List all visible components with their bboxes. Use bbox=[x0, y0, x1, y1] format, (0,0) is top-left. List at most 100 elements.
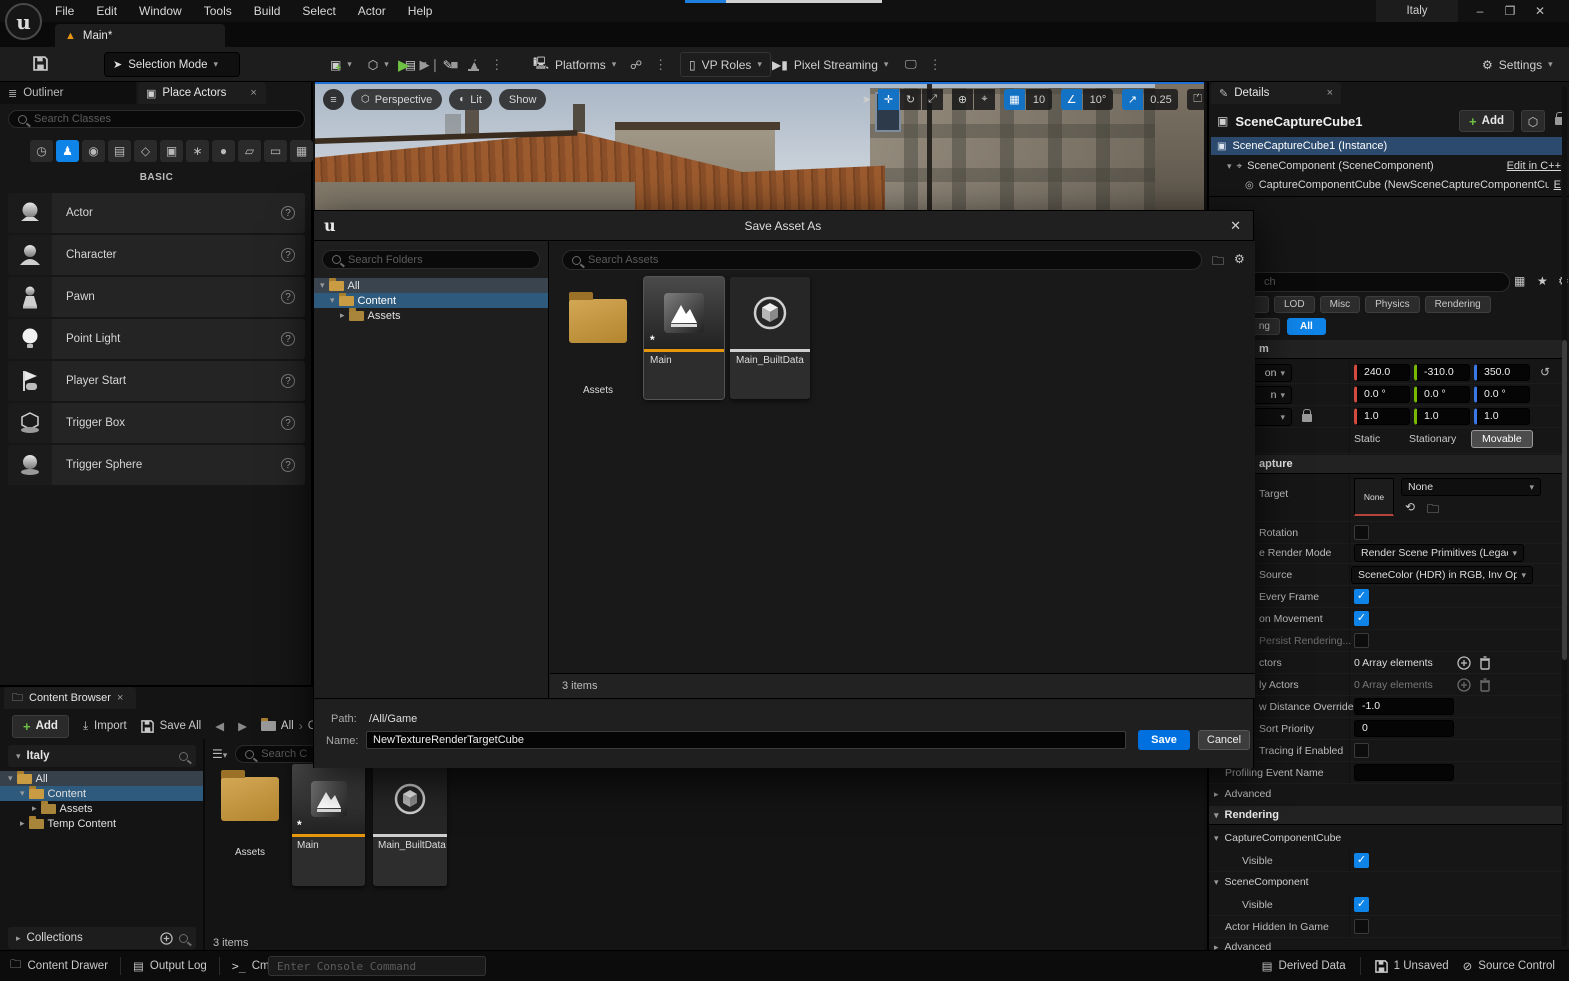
favorites-icon[interactable]: ★ bbox=[1537, 274, 1548, 288]
close-tab-icon[interactable]: × bbox=[250, 87, 256, 99]
menu-edit[interactable]: Edit bbox=[96, 4, 117, 18]
help-icon[interactable]: ? bbox=[281, 290, 295, 304]
back-button[interactable]: ◀ bbox=[215, 719, 224, 733]
menu-help[interactable]: Help bbox=[408, 4, 433, 18]
cb-tree-content[interactable]: ▾Content bbox=[0, 786, 203, 801]
place-item-point-light[interactable]: Point Light ? bbox=[8, 319, 305, 359]
content-drawer-button[interactable]: 🗀Content Drawer bbox=[10, 957, 108, 976]
cb-asset-main[interactable]: * Main bbox=[292, 764, 365, 886]
search-folders-input[interactable]: Search Folders bbox=[322, 250, 540, 269]
ue-logo[interactable]: u bbox=[5, 3, 42, 40]
filter-chip-rendering[interactable]: Rendering bbox=[1425, 296, 1491, 313]
category-shapes-icon[interactable]: ▱ bbox=[238, 140, 261, 162]
add-component-button[interactable]: +Add bbox=[1459, 110, 1514, 132]
dlg-folder-view-icon[interactable]: 🗀 bbox=[1212, 252, 1224, 273]
edit-in-cpp-link[interactable]: Edit in C++ bbox=[1507, 160, 1561, 172]
place-item-player-start[interactable]: Player Start ? bbox=[8, 361, 305, 401]
place-item-trigger-box[interactable]: Trigger Box ? bbox=[8, 403, 305, 443]
menu-window[interactable]: Window bbox=[139, 4, 182, 18]
details-tab[interactable]: ✎ Details × bbox=[1211, 82, 1341, 104]
on-movement-checkbox[interactable] bbox=[1354, 611, 1369, 626]
sort-priority-input[interactable]: 0 bbox=[1354, 720, 1454, 737]
component-row-root[interactable]: ▣ SceneCaptureCube1 (Instance) bbox=[1211, 137, 1567, 155]
level-viewport[interactable]: ≡ ⬡Perspective ◐Lit Show ➤ ✛ ↻ ⤢ ⊕ ⌖ ▦ 1… bbox=[315, 82, 1204, 210]
unsaved-button[interactable]: 1 Unsaved bbox=[1375, 960, 1449, 973]
location-z[interactable]: 350.0 bbox=[1474, 364, 1530, 381]
eject-button[interactable]: ▲ bbox=[468, 58, 480, 71]
cb-tree-all[interactable]: ▾All bbox=[0, 771, 203, 786]
scenecomponent-group[interactable]: ▾SceneComponent bbox=[1214, 872, 1309, 892]
dialog-close-icon[interactable]: ✕ bbox=[1230, 218, 1241, 234]
save-all-button[interactable]: Save All bbox=[141, 720, 202, 733]
capture-advanced-expander[interactable]: ▸Advanced bbox=[1214, 784, 1271, 804]
visible-checkbox-2[interactable] bbox=[1354, 897, 1369, 912]
scale-y[interactable]: 1.0 bbox=[1414, 408, 1470, 425]
cb-search-input[interactable]: Search C bbox=[235, 745, 321, 763]
dlg-asset-folder[interactable]: Assets bbox=[562, 281, 634, 401]
world-coords-icon[interactable]: ⊕ bbox=[952, 89, 973, 110]
dlg-tree-content[interactable]: ▾Content bbox=[314, 293, 548, 308]
minimize-button[interactable]: – bbox=[1465, 4, 1495, 18]
perspective-dropdown[interactable]: ⬡Perspective bbox=[351, 89, 442, 110]
help-icon[interactable]: ? bbox=[281, 458, 295, 472]
category-lights-icon[interactable]: ◉ bbox=[82, 140, 105, 162]
blueprint-convert-icon[interactable]: ⬡ bbox=[1521, 110, 1545, 132]
display-options-icon[interactable]: ▦ bbox=[1514, 274, 1525, 288]
edit-link-truncated[interactable]: E bbox=[1554, 179, 1561, 191]
every-frame-checkbox[interactable] bbox=[1354, 589, 1369, 604]
cb-tree-temp[interactable]: ▸Temp Content bbox=[0, 816, 116, 831]
rotation-snap-icon[interactable]: ∠ bbox=[1061, 89, 1082, 110]
close-tab-icon[interactable]: × bbox=[117, 692, 123, 704]
visible-checkbox-1[interactable] bbox=[1354, 853, 1369, 868]
platforms-dropdown[interactable]: 🖳Platforms▾ bbox=[533, 52, 616, 77]
scale-snap-icon[interactable]: ↗ bbox=[1122, 89, 1143, 110]
help-icon[interactable]: ? bbox=[281, 248, 295, 262]
transform-section-header[interactable]: m bbox=[1209, 340, 1565, 359]
location-x[interactable]: 240.0 bbox=[1354, 364, 1410, 381]
rotation-y[interactable]: 0.0 ° bbox=[1414, 386, 1470, 403]
cb-tree-assets[interactable]: ▸Assets bbox=[0, 801, 93, 816]
search-icon[interactable] bbox=[179, 752, 188, 761]
save-button[interactable]: Save bbox=[1138, 730, 1190, 750]
help-icon[interactable]: ? bbox=[281, 416, 295, 430]
scale-z[interactable]: 1.0 bbox=[1474, 408, 1530, 425]
menu-actor[interactable]: Actor bbox=[358, 4, 386, 18]
asset-name-input[interactable] bbox=[366, 731, 1126, 749]
category-basic-icon[interactable]: ♟ bbox=[56, 140, 79, 162]
cancel-button[interactable]: Cancel bbox=[1198, 730, 1250, 750]
help-icon[interactable]: ? bbox=[281, 332, 295, 346]
place-item-trigger-sphere[interactable]: Trigger Sphere ? bbox=[8, 445, 305, 485]
selection-mode-dropdown[interactable]: ➤ Selection Mode ▾ bbox=[104, 52, 240, 77]
capture-section-header[interactable]: apture bbox=[1209, 455, 1565, 474]
category-volumes-icon[interactable]: ◇ bbox=[134, 140, 157, 162]
rotation-snap-value[interactable]: 10° bbox=[1083, 89, 1113, 110]
scale-lock-icon[interactable] bbox=[1302, 414, 1312, 422]
max-view-distance-input[interactable]: -1.0 bbox=[1354, 698, 1454, 715]
dlg-asset-main[interactable]: * Main bbox=[644, 277, 724, 399]
trash-icon[interactable] bbox=[1479, 678, 1491, 692]
scale-tool-icon[interactable]: ⤢ bbox=[922, 89, 943, 110]
mobility-movable[interactable]: Movable bbox=[1471, 430, 1533, 448]
location-y[interactable]: -310.0 bbox=[1414, 364, 1470, 381]
output-log-button[interactable]: ▤Output Log bbox=[133, 959, 207, 973]
pixel-streaming-dropdown[interactable]: ▶▮Pixel Streaming▾ bbox=[772, 52, 888, 77]
persist-rendering-checkbox[interactable] bbox=[1354, 633, 1369, 648]
add-element-icon[interactable] bbox=[1457, 656, 1471, 670]
forward-button[interactable]: ▶ bbox=[238, 719, 247, 733]
filter-chip-all[interactable]: All bbox=[1287, 318, 1326, 335]
tab-outliner[interactable]: ≣ Outliner bbox=[0, 82, 136, 104]
source-header[interactable]: ▾Italy bbox=[8, 745, 196, 767]
collections-bar[interactable]: ▸Collections bbox=[8, 927, 196, 949]
content-browser-tab[interactable]: 🗀 Content Browser × bbox=[4, 687, 136, 709]
breadcrumb-root[interactable]: All bbox=[281, 720, 294, 732]
save-level-button[interactable] bbox=[33, 56, 48, 71]
place-item-actor[interactable]: Actor ? bbox=[8, 193, 305, 233]
profiling-event-input[interactable] bbox=[1354, 764, 1454, 781]
capture-source-dropdown[interactable]: SceneColor (HDR) in RGB, Inv Opacity▾ bbox=[1351, 566, 1533, 584]
grid-snap-icon[interactable]: ▦ bbox=[1004, 89, 1025, 110]
dlg-tree-all[interactable]: ▾All bbox=[314, 278, 548, 293]
category-media-icon[interactable]: ▣ bbox=[160, 140, 183, 162]
surface-snap-icon[interactable]: ⌖ bbox=[974, 89, 995, 110]
help-icon[interactable]: ? bbox=[281, 374, 295, 388]
multi-user-icon[interactable]: ☍ bbox=[630, 58, 642, 72]
